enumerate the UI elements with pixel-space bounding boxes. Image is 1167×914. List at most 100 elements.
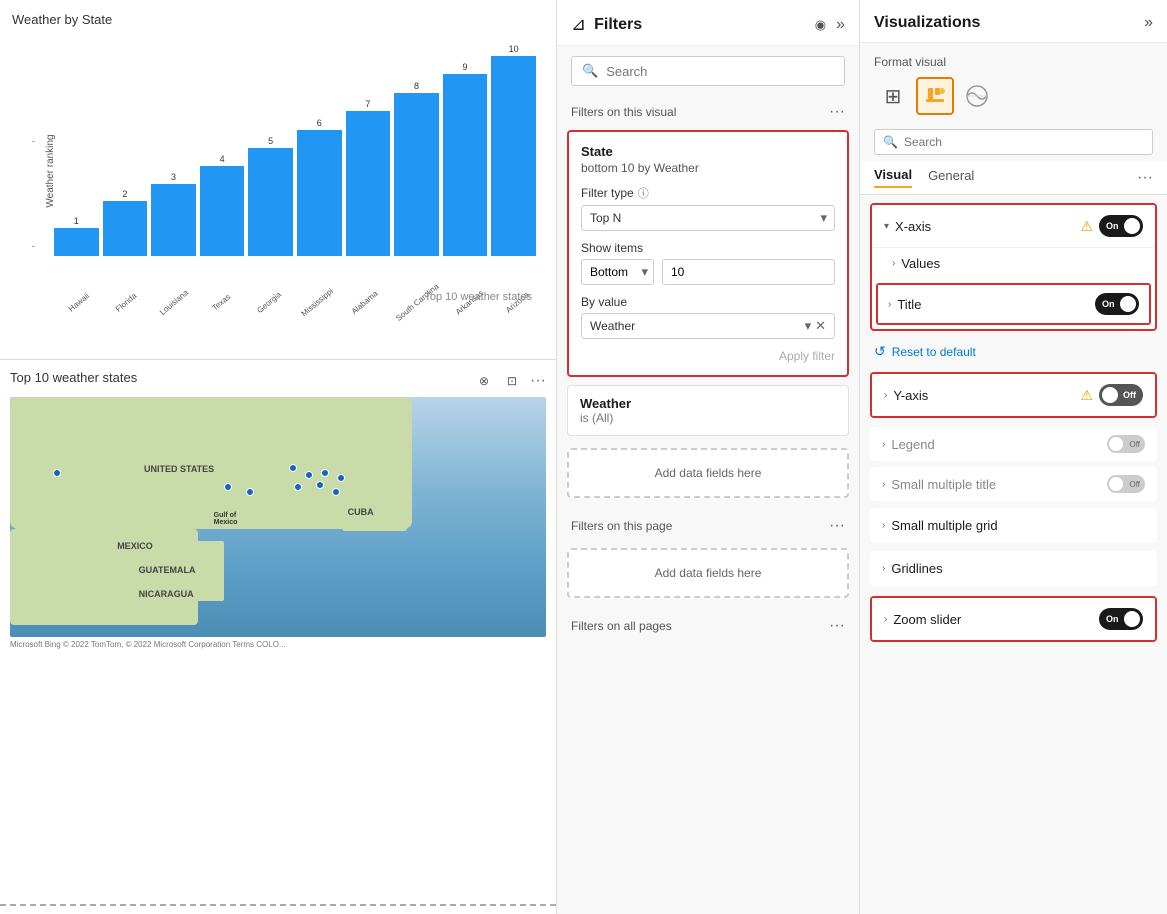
map-more-options[interactable]: ···: [530, 373, 546, 389]
zoom-toggle-knob: [1124, 611, 1140, 627]
y-axis-toggle-knob: [1102, 387, 1118, 403]
x-axis-title-header[interactable]: › Title On: [878, 285, 1149, 323]
table-format-button[interactable]: ⊞: [874, 77, 912, 115]
gridlines-section[interactable]: › Gridlines: [870, 551, 1157, 586]
left-panel: Weather by State Weather ranking - - 1 2: [0, 0, 557, 914]
filter-icon[interactable]: ⊗: [474, 371, 494, 391]
map-gulf-label: Gulf ofMexico: [214, 512, 238, 526]
by-value-clear-icon[interactable]: ✕: [815, 318, 826, 334]
filters-visual-more[interactable]: ···: [829, 104, 845, 120]
title-toggle-label: On: [1102, 299, 1115, 309]
y-axis-toggle[interactable]: Off: [1099, 384, 1143, 406]
map-mexico-label: MEXICO: [117, 541, 153, 551]
by-value-field: Weather: [590, 319, 801, 333]
x-axis-section: ▾ X-axis ⚠ On › Values › Title On: [870, 203, 1157, 331]
bar-florida: 2: [103, 41, 148, 256]
title-toggle[interactable]: On: [1095, 293, 1139, 315]
y-axis-section: › Y-axis ⚠ Off: [870, 372, 1157, 418]
legend-label: Legend: [891, 437, 1107, 452]
tab-general[interactable]: General: [928, 168, 974, 187]
analytics-icon-svg: [965, 84, 989, 108]
filters-page-more[interactable]: ···: [829, 518, 845, 534]
small-multiple-title-section[interactable]: › Small multiple title Off: [870, 467, 1157, 501]
zoom-slider-section: › Zoom slider On: [870, 596, 1157, 642]
map-dot-7: [246, 488, 254, 496]
reset-to-default-button[interactable]: ↺ Reset to default: [860, 337, 1167, 366]
map-area: Top 10 weather states ⊗ ⊡ ··· UNITED STA…: [0, 360, 556, 896]
y-axis-header[interactable]: › Y-axis ⚠ Off: [872, 374, 1155, 416]
expand-icon[interactable]: ⊡: [502, 371, 522, 391]
visibility-icon[interactable]: ◉: [815, 17, 826, 33]
filters-on-visual-label: Filters on this visual ···: [557, 96, 859, 126]
chart-area: Weather by State Weather ranking - - 1 2: [0, 0, 556, 360]
zoom-slider-toggle[interactable]: On: [1099, 608, 1143, 630]
collapse-viz-icon[interactable]: »: [1144, 14, 1153, 32]
bar-rank-1: 1: [74, 216, 79, 226]
zoom-toggle-label: On: [1106, 614, 1119, 624]
filter-icon-funnel: ⊿: [571, 14, 586, 35]
y-axis-toggle-label: Off: [1123, 390, 1136, 400]
collapse-filters-icon[interactable]: »: [836, 16, 845, 34]
weather-filter-item: Weather is (All): [567, 385, 849, 436]
filters-all-pages-section: Filters on all pages ···: [557, 614, 859, 640]
zoom-slider-chevron: ›: [884, 614, 887, 625]
analytics-button[interactable]: [958, 77, 996, 115]
legend-chevron: ›: [882, 439, 885, 450]
map-us-label: UNITED STATES: [144, 464, 214, 474]
viz-search-input[interactable]: [904, 135, 1144, 149]
tab-more-options[interactable]: ···: [1137, 170, 1153, 186]
viz-title: Visualizations: [874, 14, 1144, 32]
show-count-input[interactable]: [662, 259, 835, 285]
values-label: Values: [901, 256, 940, 271]
filters-search-box[interactable]: 🔍: [571, 56, 845, 86]
map-dot-4: [337, 474, 345, 482]
show-direction-select[interactable]: Bottom Top: [581, 259, 654, 285]
filters-header: ⊿ Filters ◉ »: [557, 0, 859, 46]
by-value-expand-icon[interactable]: ▾: [805, 318, 812, 334]
map-title: Top 10 weather states: [10, 370, 466, 385]
x-axis-warning-icon: ⚠: [1080, 218, 1093, 235]
smt-toggle[interactable]: Off: [1107, 475, 1145, 493]
x-axis-header[interactable]: ▾ X-axis ⚠ On: [872, 205, 1155, 247]
apply-filter-button[interactable]: Apply filter: [581, 349, 835, 363]
by-value-icons: ▾ ✕: [805, 318, 826, 334]
legend-toggle[interactable]: Off: [1107, 435, 1145, 453]
legend-section[interactable]: › Legend Off: [870, 427, 1157, 461]
reset-icon: ↺: [874, 343, 886, 360]
tab-visual[interactable]: Visual: [874, 167, 912, 188]
smg-chevron: ›: [882, 520, 885, 531]
y-axis-title: Y-axis: [893, 388, 1080, 403]
filters-on-page-section: Filters on this page ···: [557, 514, 859, 540]
viz-search-box[interactable]: 🔍: [874, 129, 1153, 155]
small-multiple-grid-section[interactable]: › Small multiple grid: [870, 508, 1157, 543]
legend-toggle-label: Off: [1129, 440, 1140, 449]
add-fields-page[interactable]: Add data fields here: [567, 548, 849, 598]
x-axis-toggle[interactable]: On: [1099, 215, 1143, 237]
filter-state-title: State: [581, 144, 835, 159]
add-fields-visual[interactable]: Add data fields here: [567, 448, 849, 498]
filters-header-icons: ◉ »: [815, 16, 845, 34]
map-dot-9: [332, 488, 340, 496]
weather-filter-title: Weather: [580, 396, 836, 411]
x-axis-toggle-label: On: [1106, 221, 1119, 231]
filters-search-input[interactable]: [606, 64, 834, 79]
format-visual-button[interactable]: [916, 77, 954, 115]
state-filter-card: State bottom 10 by Weather Filter type ⓘ…: [567, 130, 849, 377]
filter-type-select[interactable]: Top N: [581, 205, 835, 231]
x-axis-values-section[interactable]: › Values: [872, 247, 1155, 279]
bar-georgia: 5: [248, 41, 293, 256]
filters-all-more[interactable]: ···: [829, 618, 845, 634]
by-value-row: Weather ▾ ✕: [581, 313, 835, 339]
map-guatemala-label: GUATEMALA: [139, 565, 196, 575]
reset-label: Reset to default: [892, 345, 976, 359]
zoom-slider-header[interactable]: › Zoom slider On: [872, 598, 1155, 640]
smg-label: Small multiple grid: [891, 518, 997, 533]
show-items-row: Bottom Top ▾: [581, 259, 835, 285]
values-chevron: ›: [892, 258, 895, 269]
x-axis-chevron: ▾: [884, 221, 889, 232]
bar-alabama: 7: [346, 41, 391, 256]
weather-filter-subtitle: is (All): [580, 411, 836, 425]
title-toggle-knob: [1120, 296, 1136, 312]
map-visual: UNITED STATES MEXICO Gulf ofMexico CUBA …: [10, 397, 546, 637]
bar-louisiana: 3: [151, 41, 196, 256]
